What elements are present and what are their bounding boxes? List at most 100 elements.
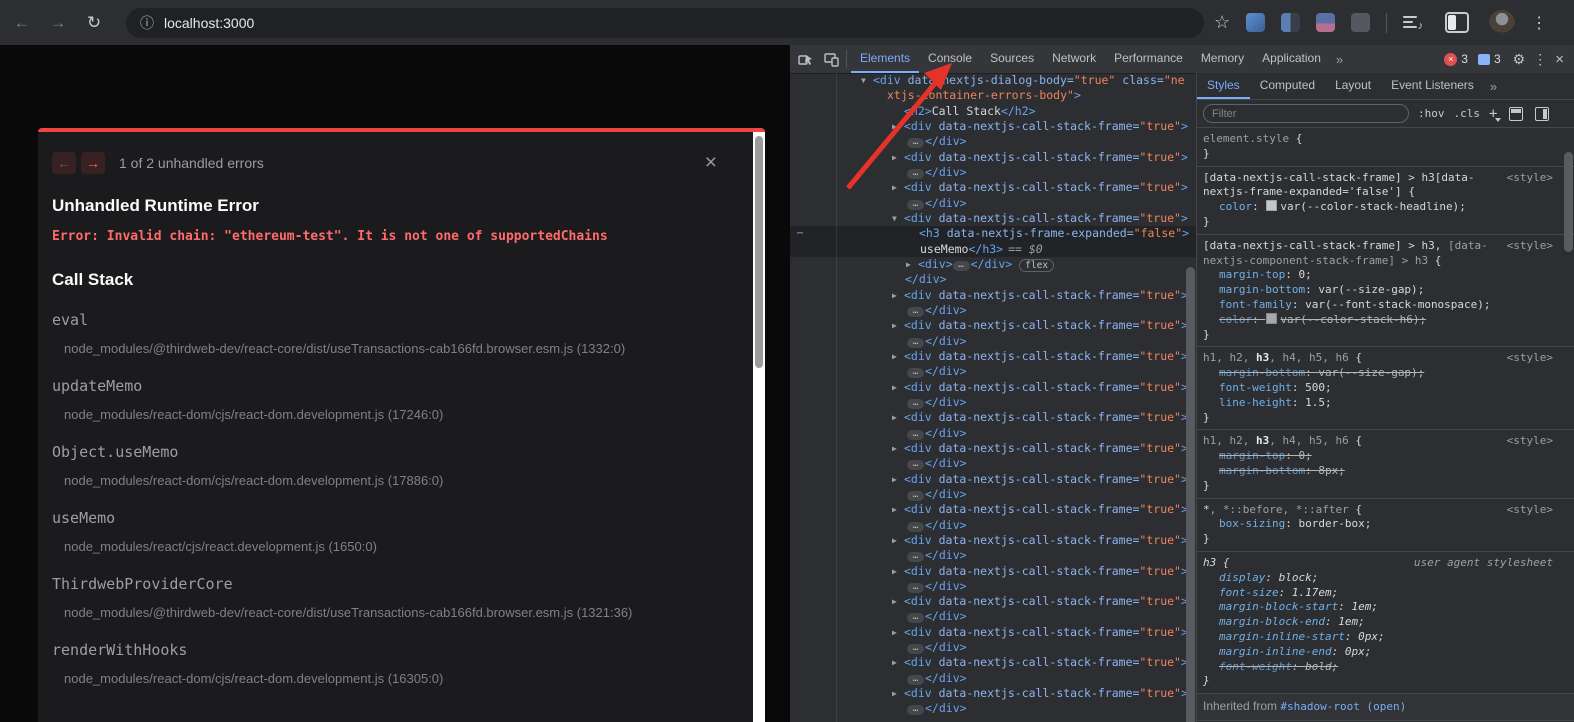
expand-arrow-icon[interactable]: ▶ [892,380,904,395]
tree-row-child-div[interactable]: ▶<div>…</div>flex [790,257,1196,272]
style-origin-link[interactable]: <style> [1507,503,1553,518]
css-declaration-overridden[interactable]: margin-bottom: var(--size-gap); [1203,366,1555,381]
css-declaration[interactable]: line-height: 1.5; [1203,396,1555,411]
rule-element-style[interactable]: element.style { } [1197,128,1574,167]
tree-row-expanded-frame[interactable]: ▼<div data-nextjs-call-stack-frame="true… [790,211,1196,226]
expand-arrow-icon[interactable]: ▶ [892,150,904,165]
styles-filter-input[interactable] [1203,104,1409,123]
tree-row-call-stack-frame[interactable]: ▶<div data-nextjs-call-stack-frame="true… [790,472,1196,487]
rule-h3-user-agent[interactable]: user agent stylesheet h3 { display: bloc… [1197,552,1574,694]
css-declaration[interactable]: font-size: 1.17em; [1203,586,1555,601]
tree-row-dialog-body[interactable]: ▼<div data-nextjs-dialog-body="true" cla… [790,73,1196,88]
site-info-icon[interactable]: ⓘ [138,14,156,32]
tree-row-call-stack-frame[interactable]: ▶<div data-nextjs-call-stack-frame="true… [790,594,1196,609]
expand-arrow-icon[interactable]: ▶ [892,180,904,195]
tree-row-collapsed-content[interactable]: …</div> [790,334,1196,349]
shadow-root-link[interactable]: #shadow-root (open) [1280,700,1406,713]
css-declaration[interactable]: font-weight: 500; [1203,381,1555,396]
tree-row-collapsed-content[interactable]: …</div> [790,609,1196,624]
forward-button[interactable]: → [44,9,72,37]
tree-row-call-stack-frame[interactable]: ▶<div data-nextjs-call-stack-frame="true… [790,180,1196,195]
tree-row-collapsed-content[interactable]: …</div> [790,548,1196,563]
expand-arrow-icon[interactable]: ▶ [892,318,904,333]
tree-row-collapsed-content[interactable]: …</div> [790,640,1196,655]
css-declaration[interactable]: color: var(--color-stack-headline); [1203,200,1555,215]
css-declaration[interactable]: margin-inline-start: 0px; [1203,630,1555,645]
settings-gear-icon[interactable]: ⚙ [1513,51,1526,68]
error-badge-icon[interactable]: × [1444,53,1457,66]
style-origin-link[interactable]: <style> [1507,434,1553,449]
more-sidebar-tabs-icon[interactable]: » [1484,79,1503,94]
tab-network[interactable]: Network [1043,45,1105,73]
row-options-icon[interactable]: ⋯ [797,226,804,241]
inline-expand-button[interactable]: … [907,307,924,317]
rule-universal-box-sizing[interactable]: <style> *, *::before, *::after { box-siz… [1197,499,1574,552]
tree-row-call-stack-frame[interactable]: ▶<div data-nextjs-call-stack-frame="true… [790,502,1196,517]
expand-arrow-icon[interactable]: ▶ [892,533,904,548]
tree-row-call-stack-frame[interactable]: ▶<div data-nextjs-call-stack-frame="true… [790,686,1196,701]
rule-headings-1[interactable]: <style> h1, h2, h3, h4, h5, h6 { margin-… [1197,347,1574,430]
reload-button[interactable]: ↻ [80,9,108,37]
tree-row-collapsed-content[interactable]: …</div> [790,196,1196,211]
inline-expand-button[interactable]: … [907,705,924,715]
expand-arrow-icon[interactable]: ▶ [892,625,904,640]
inline-expand-button[interactable]: … [907,368,924,378]
tree-row-dialog-body-wrap[interactable]: xtjs-container-errors-body"> [790,88,1196,103]
more-tabs-icon[interactable]: » [1330,52,1349,67]
tree-row-call-stack-frame[interactable]: ▶<div data-nextjs-call-stack-frame="true… [790,318,1196,333]
tab-sources[interactable]: Sources [981,45,1043,73]
collapse-arrow-icon[interactable]: ▼ [892,211,904,226]
extension-icon-1[interactable] [1246,13,1265,32]
tree-row-call-stack-frame[interactable]: ▶<div data-nextjs-call-stack-frame="true… [790,380,1196,395]
media-controls-icon[interactable]: ♪ [1403,14,1423,32]
tree-row-call-stack-frame[interactable]: ▶<div data-nextjs-call-stack-frame="true… [790,119,1196,134]
css-declaration-overridden[interactable]: color: var(--color-stack-h6); [1203,313,1555,328]
color-swatch[interactable] [1266,313,1277,324]
expand-arrow-icon[interactable]: ▶ [892,594,904,609]
css-declaration[interactable]: margin-block-end: 1em; [1203,615,1555,630]
expand-arrow-icon[interactable]: ▶ [892,655,904,670]
toggle-class-button[interactable]: .cls [1454,107,1481,120]
dialog-scrollbar[interactable] [753,132,765,722]
tree-row-collapsed-content[interactable]: …</div> [790,671,1196,686]
tree-row-collapsed-content[interactable]: …</div> [790,303,1196,318]
style-origin-link[interactable]: <style> [1507,351,1553,366]
css-declaration[interactable]: margin-block-start: 1em; [1203,600,1555,615]
inline-expand-button[interactable]: … [907,460,924,470]
expand-arrow-icon[interactable]: ▶ [892,472,904,487]
tree-row-call-stack-frame[interactable]: ▶<div data-nextjs-call-stack-frame="true… [790,150,1196,165]
tree-row-collapsed-content[interactable]: …</div> [790,518,1196,533]
style-origin-link[interactable]: <style> [1507,171,1553,186]
style-origin-link[interactable]: <style> [1507,239,1553,254]
extension-icon-3[interactable] [1316,13,1335,32]
extension-icon-4[interactable] [1351,13,1370,32]
tree-row-call-stack-frame[interactable]: ▶<div data-nextjs-call-stack-frame="true… [790,288,1196,303]
tree-row-close-div[interactable]: </div> [790,272,1196,287]
tree-row-collapsed-content[interactable]: …</div> [790,364,1196,379]
expand-arrow-icon[interactable]: ▶ [892,288,904,303]
tab-computed[interactable]: Computed [1250,73,1325,99]
browser-menu-icon[interactable]: ⋮ [1531,13,1547,33]
inspect-element-icon[interactable] [794,48,816,70]
tree-row-collapsed-content[interactable]: …</div> [790,134,1196,149]
tree-row-collapsed-content[interactable]: …</div> [790,165,1196,180]
rendering-emulation-icon[interactable] [1509,107,1523,121]
expand-arrow-icon[interactable]: ▶ [906,257,918,272]
url-text[interactable]: localhost:3000 [164,15,254,31]
console-message-icon[interactable] [1478,54,1490,65]
css-declaration[interactable]: margin-bottom: var(--size-gap); [1203,283,1555,298]
css-declaration-overridden[interactable]: margin-top: 0; [1203,449,1555,464]
expand-arrow-icon[interactable]: ▶ [892,686,904,701]
profile-avatar[interactable] [1489,10,1515,36]
tree-row-h2[interactable]: <h2>Call Stack</h2> [790,104,1196,119]
expand-arrow-icon[interactable]: ▶ [892,349,904,364]
inline-expand-button[interactable]: … [907,552,924,562]
tree-row-call-stack-frame[interactable]: ▶<div data-nextjs-call-stack-frame="true… [790,564,1196,579]
collapse-arrow-icon[interactable]: ▼ [861,73,873,88]
expand-arrow-icon[interactable]: ▶ [892,410,904,425]
css-declaration-overridden[interactable]: margin-bottom: 8px; [1203,464,1555,479]
rule-call-stack-frame-h3[interactable]: <style> [data-nextjs-call-stack-frame] >… [1197,235,1574,348]
bookmark-star-icon[interactable]: ☆ [1214,12,1230,33]
back-button[interactable]: ← [8,9,36,37]
css-declaration[interactable]: margin-top: 0; [1203,268,1555,283]
